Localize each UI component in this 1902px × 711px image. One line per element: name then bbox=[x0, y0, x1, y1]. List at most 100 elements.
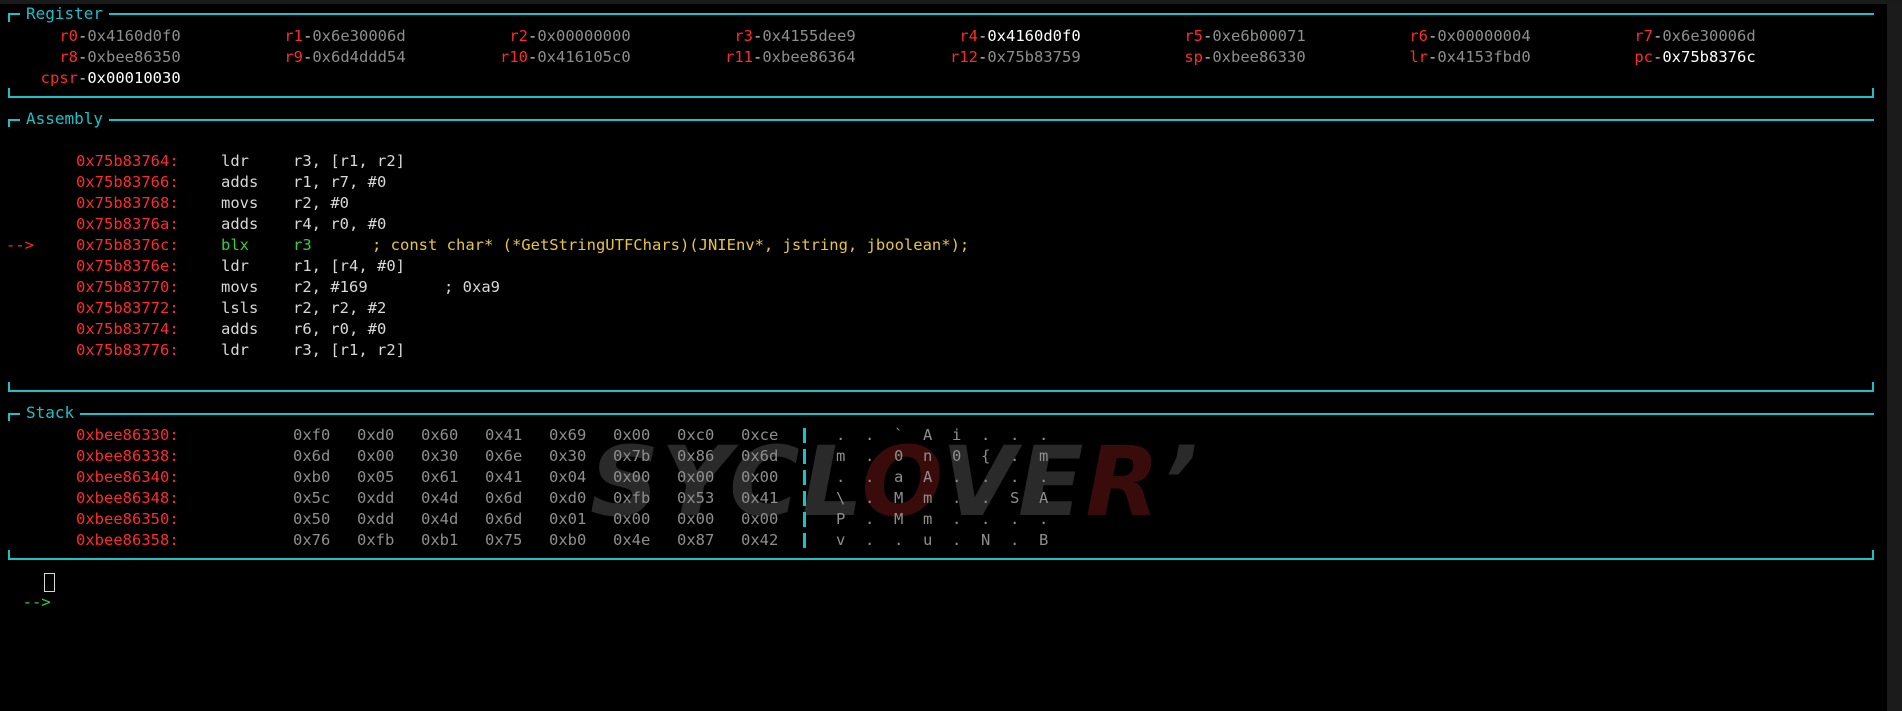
stack-byte: 0x41 bbox=[485, 468, 523, 486]
asm-mnemonic: blx bbox=[221, 236, 249, 254]
register-name: r5 bbox=[1184, 27, 1203, 45]
stack-byte: 0x6d bbox=[485, 510, 523, 528]
register-pc: pc-0x75b8376c bbox=[1634, 48, 1756, 66]
text-cursor[interactable] bbox=[44, 573, 55, 592]
register-r12: r12-0x75b83759 bbox=[950, 48, 1081, 66]
stack-ascii-char: . bbox=[865, 510, 875, 528]
stack-address: 0xbee86338: bbox=[76, 447, 179, 465]
register-value: 0x4160d0f0 bbox=[87, 27, 181, 45]
stack-ascii-char: . bbox=[1010, 447, 1020, 465]
stack-row: 0xbee86330: 0xf0 0xd0 0x60 0x41 0x69 0x00 0xc0 0… bbox=[8, 425, 1208, 446]
stack-ascii-char: m bbox=[1039, 447, 1049, 465]
stack-byte: 0xdd bbox=[357, 489, 395, 507]
stack-ascii-char: . bbox=[865, 447, 875, 465]
register-name: r8 bbox=[59, 48, 78, 66]
stack-separator bbox=[803, 533, 806, 548]
register-r10: r10-0x416105c0 bbox=[500, 48, 631, 66]
register-name: r1 bbox=[284, 27, 303, 45]
asm-address: 0x75b83764: bbox=[76, 152, 179, 170]
register-name: lr bbox=[1409, 48, 1428, 66]
stack-ascii-char: \ bbox=[836, 489, 846, 507]
stack-byte: 0x69 bbox=[549, 426, 587, 444]
register-r5: r5-0xe6b00071 bbox=[1184, 27, 1306, 45]
stack-byte: 0xd0 bbox=[549, 489, 587, 507]
stack-ascii-char: i bbox=[952, 426, 962, 444]
stack-separator bbox=[803, 470, 806, 485]
stack-ascii-char: . bbox=[1039, 510, 1049, 528]
prompt-arrow: --> bbox=[22, 593, 51, 611]
register-value: 0xbee86330 bbox=[1212, 48, 1306, 66]
stack-ascii-char: . bbox=[865, 531, 875, 549]
stack-header: Stack bbox=[8, 404, 1874, 425]
stack-ascii-char: . bbox=[952, 531, 962, 549]
stack-byte: 0xb0 bbox=[549, 531, 587, 549]
asm-comment: ; 0xa9 bbox=[444, 278, 500, 296]
stack-byte: 0x00 bbox=[613, 426, 651, 444]
stack-ascii-char: . bbox=[952, 489, 962, 507]
stack-address: 0xbee86330: bbox=[76, 426, 179, 444]
window-top-bar bbox=[0, 0, 1902, 4]
asm-mnemonic: adds bbox=[221, 215, 259, 233]
register-title: Register bbox=[20, 5, 110, 23]
current-line-arrow: --> bbox=[6, 236, 34, 254]
command-prompt[interactable]: --> bbox=[4, 571, 55, 634]
stack-ascii-char: ` bbox=[894, 426, 904, 444]
register-name: r6 bbox=[1409, 27, 1428, 45]
register-value: 0x75b8376c bbox=[1662, 48, 1756, 66]
stack-ascii-char: A bbox=[923, 468, 933, 486]
assembly-list: 0x75b83764: ldr r3, [r1, r2] 0x75b83766: add… bbox=[6, 151, 1874, 366]
asm-address: 0x75b83774: bbox=[76, 320, 179, 338]
stack-ascii-char: { bbox=[981, 447, 991, 465]
stack-ascii-char: . bbox=[981, 426, 991, 444]
asm-operands: r1, r7, #0 bbox=[293, 173, 387, 191]
stack-byte: 0x00 bbox=[677, 468, 715, 486]
register-value: 0x00010030 bbox=[87, 69, 181, 87]
stack-byte: 0x75 bbox=[485, 531, 523, 549]
asm-address: 0x75b8376e: bbox=[76, 257, 179, 275]
stack-byte: 0x7b bbox=[613, 447, 651, 465]
stack-byte: 0x41 bbox=[741, 489, 779, 507]
asm-address: 0x75b83768: bbox=[76, 194, 179, 212]
stack-ascii-char: . bbox=[1039, 468, 1049, 486]
register-name: r0 bbox=[59, 27, 78, 45]
stack-ascii-char: n bbox=[923, 447, 933, 465]
stack-address: 0xbee86358: bbox=[76, 531, 179, 549]
register-name: r7 bbox=[1634, 27, 1653, 45]
stack-byte: 0xd0 bbox=[357, 426, 395, 444]
asm-operands: r2, #0 bbox=[293, 194, 349, 212]
stack-byte: 0x01 bbox=[549, 510, 587, 528]
stack-ascii-char: B bbox=[1039, 531, 1049, 549]
register-r1: r1-0x6e30006d bbox=[284, 27, 406, 45]
register-value: 0x4153fbd0 bbox=[1437, 48, 1531, 66]
register-value: 0x4155dee9 bbox=[762, 27, 856, 45]
stack-ascii-char: 0 bbox=[894, 447, 904, 465]
register-name: r9 bbox=[284, 48, 303, 66]
register-r0: r0-0x4160d0f0 bbox=[59, 27, 181, 45]
stack-ascii-char: . bbox=[865, 489, 875, 507]
stack-ascii-char: A bbox=[1039, 489, 1049, 507]
stack-byte: 0x4d bbox=[421, 510, 459, 528]
asm-address: 0x75b83772: bbox=[76, 299, 179, 317]
stack-ascii-char: N bbox=[981, 531, 991, 549]
stack-ascii-char: v bbox=[836, 531, 846, 549]
stack-ascii-char: . bbox=[865, 468, 875, 486]
stack-separator bbox=[803, 428, 806, 443]
asm-operands: r2, r2, #2 bbox=[293, 299, 387, 317]
register-r7: r7-0x6e30006d bbox=[1634, 27, 1756, 45]
stack-byte: 0x86 bbox=[677, 447, 715, 465]
stack-byte: 0xb1 bbox=[421, 531, 459, 549]
stack-ascii-char: S bbox=[1010, 489, 1020, 507]
asm-operands: r2, #169 bbox=[293, 278, 368, 296]
register-name: r11 bbox=[725, 48, 753, 66]
stack-footer bbox=[8, 550, 1874, 560]
assembly-footer bbox=[8, 382, 1874, 392]
stack-ascii-char: m bbox=[923, 510, 933, 528]
stack-ascii-char: . bbox=[865, 426, 875, 444]
stack-ascii-char: a bbox=[894, 468, 904, 486]
stack-byte: 0xfb bbox=[613, 489, 651, 507]
stack-byte: 0x00 bbox=[741, 510, 779, 528]
asm-operands: r6, r0, #0 bbox=[293, 320, 387, 338]
register-value: 0x75b83759 bbox=[987, 48, 1081, 66]
stack-byte: 0x6d bbox=[741, 447, 779, 465]
vertical-scrollbar[interactable] bbox=[1887, 4, 1902, 711]
